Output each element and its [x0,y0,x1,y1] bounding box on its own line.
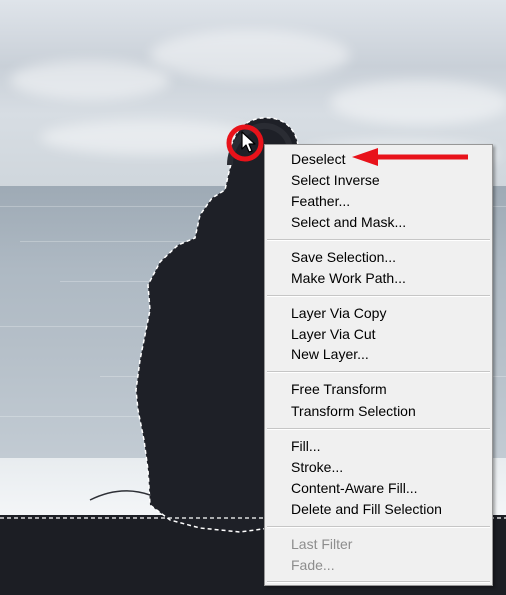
menu-item-select-and-mask[interactable]: Select and Mask... [291,212,406,232]
menu-separator [267,239,490,241]
red-arrow-annotation [352,148,468,166]
menu-item-new-layer[interactable]: New Layer... [291,344,369,364]
selection-context-menu: Deselect Select Inverse Feather... Selec… [264,144,493,586]
menu-separator [267,371,490,373]
menu-item-deselect[interactable]: Deselect [291,149,345,169]
highlight-ring-annotation [226,124,264,162]
menu-item-content-aware-fill[interactable]: Content-Aware Fill... [291,478,418,498]
menu-separator [267,526,490,528]
menu-item-feather[interactable]: Feather... [291,191,350,211]
menu-item-delete-and-fill-selection[interactable]: Delete and Fill Selection [291,499,442,519]
menu-item-free-transform[interactable]: Free Transform [291,379,387,399]
menu-separator [267,581,490,583]
menu-item-last-filter: Last Filter [291,536,353,552]
menu-separator [267,295,490,297]
menu-item-layer-via-copy[interactable]: Layer Via Copy [291,303,386,323]
menu-item-save-selection[interactable]: Save Selection... [291,247,396,267]
menu-item-stroke[interactable]: Stroke... [291,457,343,477]
menu-item-layer-via-cut[interactable]: Layer Via Cut [291,324,376,344]
menu-item-fade: Fade... [291,557,335,573]
menu-item-select-inverse[interactable]: Select Inverse [291,170,380,190]
menu-item-make-work-path[interactable]: Make Work Path... [291,268,406,288]
menu-item-fill[interactable]: Fill... [291,436,321,456]
menu-separator [267,428,490,430]
menu-item-transform-selection[interactable]: Transform Selection [291,401,416,421]
